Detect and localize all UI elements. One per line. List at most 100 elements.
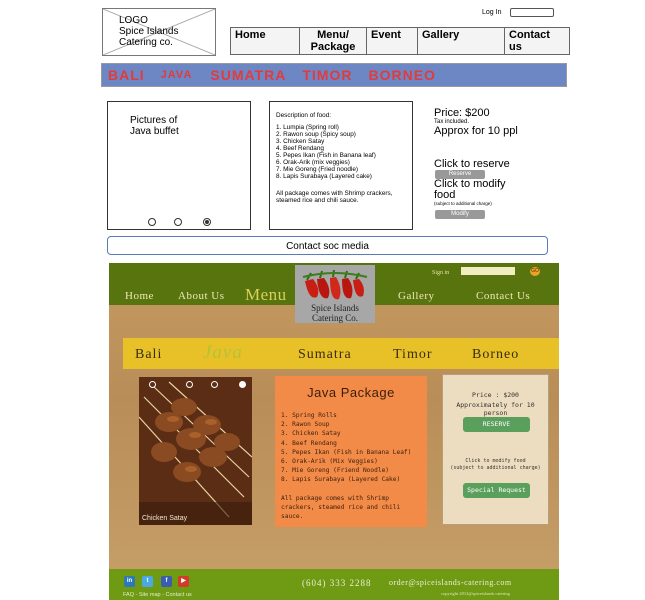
reserve-prompt: Click to reserve — [434, 158, 510, 170]
region-tab-timor[interactable]: TIMOR — [302, 67, 352, 83]
chicken-satay-photo: Chicken Satay — [139, 377, 252, 525]
package-food-list: 1. Spring Rolls 2. Rawon Soup 3. Chicken… — [281, 411, 411, 485]
picture-label-line: Java buffet — [130, 126, 179, 137]
list-item: 2. Rawon Soup — [281, 421, 330, 429]
wireframe-logo-text: LOGO Spice Islands Catering co. — [119, 15, 178, 48]
list-item: 3. Chicken Satay — [281, 430, 341, 438]
nav-home[interactable]: Home — [125, 290, 154, 302]
description-heading: Description of food: — [276, 112, 332, 119]
logo-line: Catering co. — [119, 37, 173, 48]
modify-note: (subject to additional charge) — [434, 201, 492, 206]
nav-gallery[interactable]: Gallery — [398, 290, 434, 302]
price-label: Price : $200 — [472, 391, 519, 399]
modify-prompt: Click to modify food — [434, 178, 506, 201]
sign-in-input[interactable] — [461, 267, 515, 275]
facebook-icon[interactable]: f — [161, 576, 172, 587]
nav-about-us[interactable]: About Us — [178, 290, 224, 302]
footer-links[interactable]: FAQ - Site map - Contact us — [123, 592, 192, 598]
special-request-button[interactable]: Special Request — [463, 483, 530, 498]
region-tab-borneo[interactable]: Borneo — [472, 347, 519, 363]
region-tab-sumatra[interactable]: SUMATRA — [210, 67, 286, 83]
list-item: 3. Chicken Satay — [276, 138, 325, 145]
nav-event[interactable]: Event — [367, 28, 418, 54]
satay-image — [139, 377, 252, 525]
carousel-dot[interactable] — [149, 381, 156, 388]
website-mockup: Sign in GO Home About Us Menu Gallery Co… — [109, 263, 559, 600]
approx-label: Approx for 10 ppl — [434, 125, 518, 137]
mockup-footer: in t f ▶ FAQ - Site map - Contact us (60… — [109, 569, 559, 600]
carousel-dot[interactable] — [148, 218, 156, 226]
list-item: 6. Orak-Arik (Mix Veggies) — [281, 458, 378, 466]
linkedin-icon[interactable]: in — [124, 576, 135, 587]
logo-text-line: Spice Islands — [311, 303, 359, 313]
logo-line: Spice Islands — [119, 26, 179, 37]
list-item: 1. Lumpia (Spring roll) — [276, 124, 339, 131]
logo-line: LOGO — [119, 15, 148, 26]
chili-peppers-icon — [302, 269, 368, 300]
copyright: copyright 2012@spiceislands catering — [441, 591, 510, 596]
login-input[interactable] — [510, 8, 554, 17]
carousel-dot-active[interactable] — [239, 381, 246, 388]
nav-home[interactable]: Home — [231, 28, 300, 54]
login-label: Log In — [482, 9, 502, 16]
nav-contact[interactable]: Contact us — [505, 28, 569, 54]
twitter-icon[interactable]: t — [142, 576, 153, 587]
package-title: Java Package — [307, 385, 395, 400]
wireframe-price-panel: Price: $200 Tax included. Approx for 10 … — [434, 108, 518, 137]
price-label: Price: $200 — [434, 107, 490, 119]
region-tab-sumatra[interactable]: Sumatra — [298, 347, 352, 363]
wireframe-region-tabs: BALI JAVA SUMATRA TIMOR BORNEO — [101, 63, 567, 87]
email-link[interactable]: order@spiceislands-catering.com — [389, 578, 512, 587]
wireframe-picture-box: Pictures of Java buffet — [107, 101, 251, 230]
nav-menu-package[interactable]: Menu/ Package — [300, 28, 367, 54]
carousel-dot[interactable] — [174, 218, 182, 226]
list-item: 4. Beef Rendang — [276, 145, 324, 152]
modify-note: Click to modify food — [465, 458, 526, 464]
picture-label-line: Pictures of — [130, 115, 178, 126]
price-panel: Price : $200 Approximately for 10 person… — [442, 374, 549, 525]
list-item: 8. Lapis Surabaya (Layered cake) — [276, 173, 372, 180]
approx-label: Approximately for 10 person — [456, 401, 535, 417]
wireframe-description-box: Description of food: 1. Lumpia (Spring r… — [269, 101, 413, 230]
mockup-region-tabs: Bali Java Sumatra Timor Borneo — [123, 338, 559, 369]
list-item: 7. Mie Goreng (Fried noodle) — [276, 166, 359, 173]
youtube-icon[interactable]: ▶ — [178, 576, 189, 587]
wireframe-nav: Home Menu/ Package Event Gallery Contact… — [230, 27, 570, 55]
picture-placeholder-label: Pictures of Java buffet — [130, 115, 179, 137]
carousel-dot-active[interactable] — [203, 218, 211, 226]
nav-menu[interactable]: Menu — [245, 285, 287, 305]
region-tab-borneo[interactable]: BORNEO — [368, 67, 435, 83]
modify-note: (subject to additional charge) — [450, 465, 541, 471]
contact-social-bar[interactable]: Contact soc media — [107, 236, 548, 255]
phone-number: (604) 333 2288 — [302, 578, 372, 588]
region-tab-timor[interactable]: Timor — [393, 347, 433, 363]
go-button[interactable]: GO — [530, 267, 540, 276]
region-tab-bali[interactable]: Bali — [135, 347, 162, 363]
list-item: 4. Beef Rendang — [281, 439, 337, 447]
carousel-dot[interactable] — [186, 381, 193, 388]
nav-contact-us[interactable]: Contact Us — [476, 290, 530, 302]
modify-button[interactable]: Modify — [435, 210, 485, 219]
company-logo[interactable]: Spice Islands Catering Co. — [295, 265, 375, 323]
list-item: 7. Mie Goreng (Friend Noodle) — [281, 467, 390, 475]
logo-text-line: Catering Co. — [312, 313, 358, 323]
carousel-dot[interactable] — [211, 381, 218, 388]
list-item: 1. Spring Rolls — [281, 412, 337, 419]
region-tab-bali[interactable]: BALI — [108, 67, 145, 83]
description-footer: All package comes with Shrimp crackers, … — [276, 190, 393, 204]
sign-in-label: Sign in — [432, 270, 450, 276]
list-item: 6. Orak-Arik (mix veggies) — [276, 159, 350, 166]
list-item: 5. Pepes Ikan (Fish in Banana leaf) — [276, 152, 376, 159]
region-tab-java[interactable]: Java — [203, 342, 243, 364]
list-item: 2. Rawon soup (Spicy soup) — [276, 131, 356, 138]
region-tab-java[interactable]: JAVA — [161, 69, 193, 81]
reserve-button[interactable]: RESERVE — [463, 417, 530, 432]
list-item: 5. Pepes Ikan (Fish in Banana Leaf) — [281, 448, 412, 456]
package-footer: All package comes with Shrimp crackers, … — [281, 495, 401, 520]
package-description-card: Java Package 1. Spring Rolls 2. Rawon So… — [275, 376, 427, 527]
food-list: 1. Lumpia (Spring roll) 2. Rawon soup (S… — [276, 124, 376, 180]
list-item: 8. Lapis Surabaya (Layered Cake) — [281, 476, 401, 484]
photo-caption: Chicken Satay — [142, 515, 188, 522]
nav-gallery[interactable]: Gallery — [418, 28, 505, 54]
wireframe-logo-box[interactable]: LOGO Spice Islands Catering co. — [102, 8, 216, 56]
